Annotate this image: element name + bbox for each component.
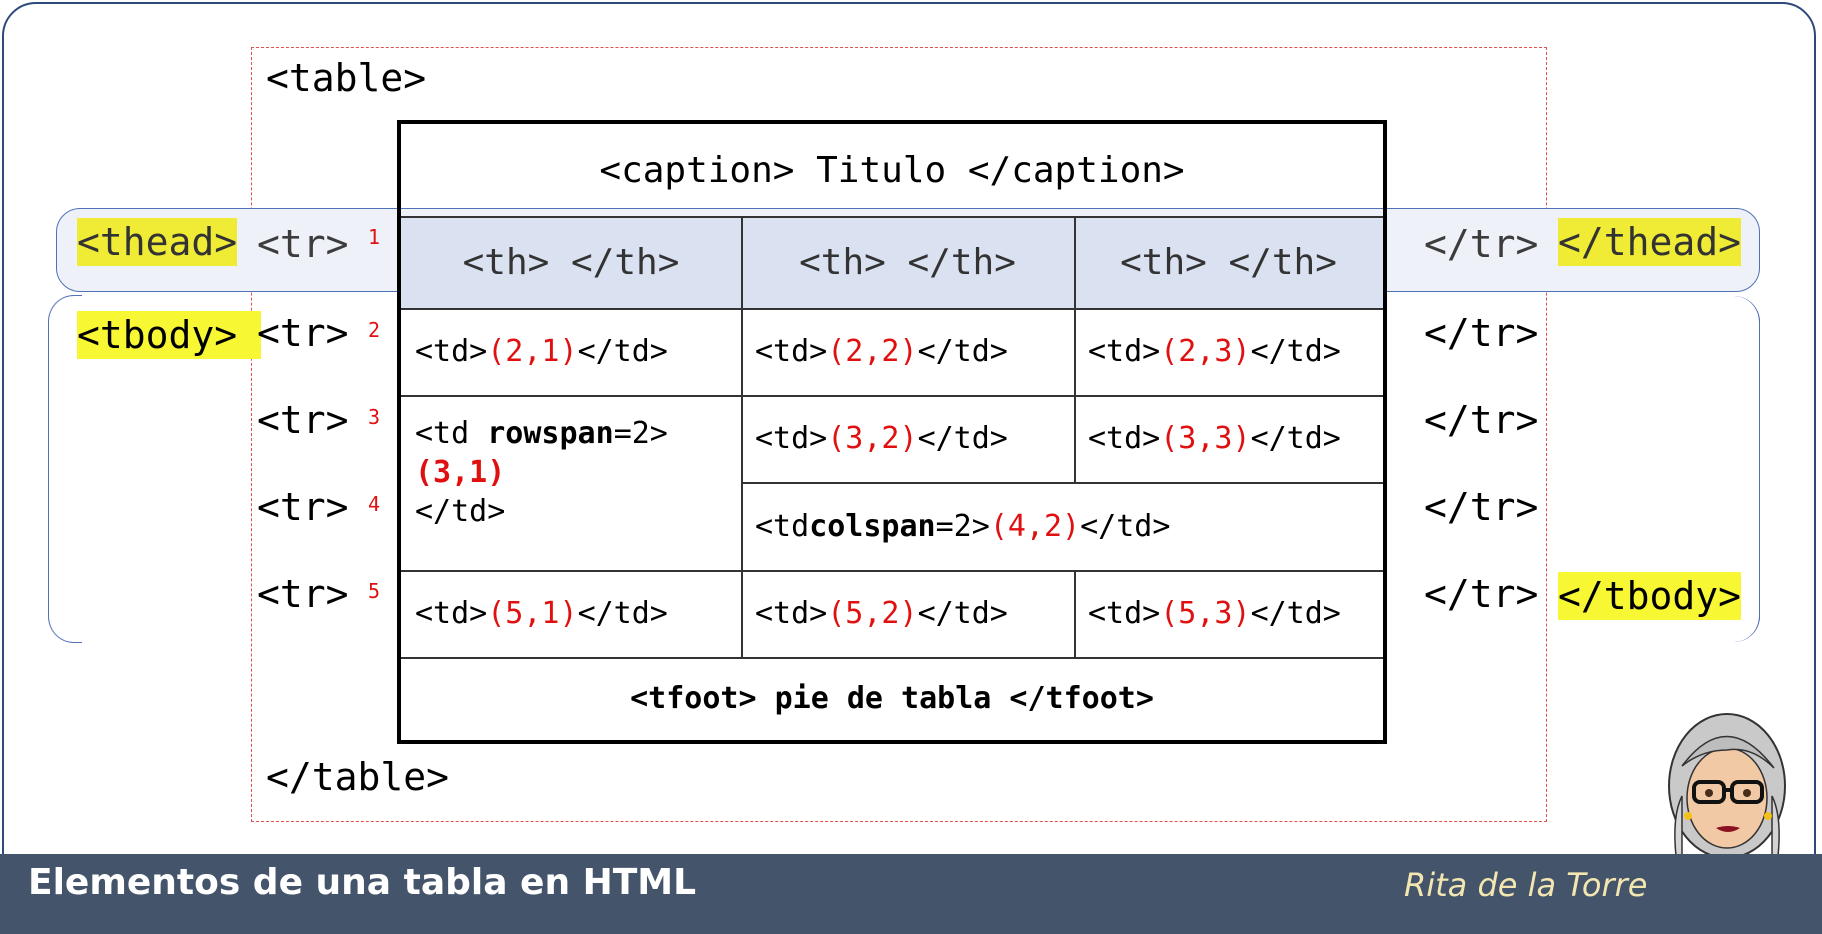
td-cell-2-3: <td> (2,3) </td>: [1088, 308, 1383, 395]
cell-coord: (2,3): [1160, 334, 1251, 369]
td-close: </td>: [415, 494, 506, 529]
grid-line: [401, 216, 1383, 218]
grid-line: [1074, 570, 1076, 657]
td-open: <td>: [755, 596, 828, 631]
grid-line: [401, 657, 1383, 659]
cell-coord: (2,1): [487, 334, 578, 369]
example-table: <caption> Titulo </caption> <th> </th> <…: [397, 120, 1387, 744]
rowspan-attr: rowspan: [487, 416, 614, 451]
th-cell-2: <th> </th>: [741, 216, 1074, 308]
cell-coord: (3,3): [1160, 421, 1251, 456]
row-number-5: 5: [368, 579, 381, 603]
td-close: </td>: [1250, 421, 1341, 456]
row-number-4: 4: [368, 492, 381, 516]
grid-line: [401, 570, 1383, 572]
cell-coord: (4,2): [989, 508, 1081, 544]
footer-title: Elementos de una tabla en HTML: [28, 862, 697, 903]
td-cell-3-2: <td> (3,2) </td>: [755, 395, 1074, 482]
rowspan-value: =2>: [613, 416, 668, 451]
cell-coord: (3,1): [415, 455, 506, 490]
grid-line: [1074, 216, 1076, 482]
cell-coord: (5,1): [487, 596, 578, 631]
td-close: </td>: [917, 596, 1008, 631]
td-cell-5-3: <td> (5,3) </td>: [1088, 570, 1383, 657]
td-close: </td>: [917, 421, 1008, 456]
caption-cell: <caption> Titulo </caption>: [401, 124, 1383, 216]
grid-line: [741, 482, 1383, 484]
tr-open-row-5: <tr>: [257, 572, 349, 616]
td-open: <td>: [1088, 421, 1161, 456]
caption-text: <caption> Titulo </caption>: [599, 149, 1185, 191]
th-text-2: <th> </th>: [799, 241, 1016, 283]
grid-line: [401, 308, 1383, 310]
tfoot-text: <tfoot> pie de tabla </tfoot>: [630, 681, 1154, 716]
td-open: <td>: [755, 334, 828, 369]
cell-coord: (3,2): [827, 421, 918, 456]
td-rowspan-cell: <td rowspan=2> (3,1) </td>: [415, 414, 735, 531]
td-cell-3-3: <td> (3,3) </td>: [1088, 395, 1383, 482]
th-text-3: <th> </th>: [1120, 241, 1337, 283]
row-number-2: 2: [368, 318, 381, 342]
td-close: </td>: [1250, 596, 1341, 631]
td-close: </td>: [577, 334, 668, 369]
grid-line: [401, 395, 1383, 397]
td-open: <td>: [755, 421, 828, 456]
td-close: </td>: [1250, 334, 1341, 369]
table-close-tag: </table>: [266, 755, 450, 799]
tr-close-row-4: </tr>: [1424, 485, 1539, 529]
colspan-attr: colspan: [809, 508, 936, 544]
td-open: <td>: [1088, 596, 1161, 631]
colspan-value: =2>: [935, 508, 990, 544]
tr-close-row-1: </tr>: [1424, 222, 1539, 266]
cell-coord: (5,2): [827, 596, 918, 631]
td-open: <td>: [1088, 334, 1161, 369]
footer-author: Rita de la Torre: [1404, 866, 1648, 904]
row-number-3: 3: [368, 405, 381, 429]
tr-open-row-4: <tr>: [257, 485, 349, 529]
td-open-partial: <td: [415, 416, 488, 451]
td-cell-2-2: <td> (2,2) </td>: [755, 308, 1074, 395]
thead-close-tag: </thead>: [1558, 218, 1742, 266]
td-open: <td>: [415, 596, 488, 631]
tr-close-row-3: </tr>: [1424, 398, 1539, 442]
grid-line: [741, 216, 743, 657]
thead-open-tag: <thead>: [77, 218, 238, 266]
td-close: </td>: [577, 596, 668, 631]
tbody-close-tag: </tbody>: [1558, 572, 1742, 620]
tr-close-row-5: </tr>: [1424, 572, 1539, 616]
tbody-open-tag: <tbody>: [77, 311, 262, 359]
table-open-tag: <table>: [266, 56, 427, 100]
th-cell-1: <th> </th>: [401, 216, 741, 308]
td-close: </td>: [917, 334, 1008, 369]
td-cell-5-1: <td> (5,1) </td>: [415, 570, 741, 657]
cell-coord: (5,3): [1160, 596, 1251, 631]
tr-open-row-1: <tr>: [257, 222, 349, 266]
td-open: <td>: [415, 334, 488, 369]
td-cell-2-1: <td> (2,1) </td>: [415, 308, 741, 395]
th-cell-3: <th> </th>: [1074, 216, 1383, 308]
td-close: </td>: [1080, 508, 1171, 544]
tr-open-row-2: <tr>: [257, 311, 349, 355]
tr-open-row-3: <tr>: [257, 398, 349, 442]
row-number-1: 1: [368, 225, 381, 249]
cell-coord: (2,2): [827, 334, 918, 369]
td-cell-5-2: <td> (5,2) </td>: [755, 570, 1074, 657]
td-open-partial: <td: [755, 508, 810, 544]
tfoot-cell: <tfoot> pie de tabla </tfoot>: [401, 657, 1383, 740]
td-colspan-cell: <td colspan =2> (4,2) </td>: [755, 482, 1383, 570]
tr-close-row-2: </tr>: [1424, 311, 1539, 355]
th-text-1: <th> </th>: [462, 241, 680, 283]
